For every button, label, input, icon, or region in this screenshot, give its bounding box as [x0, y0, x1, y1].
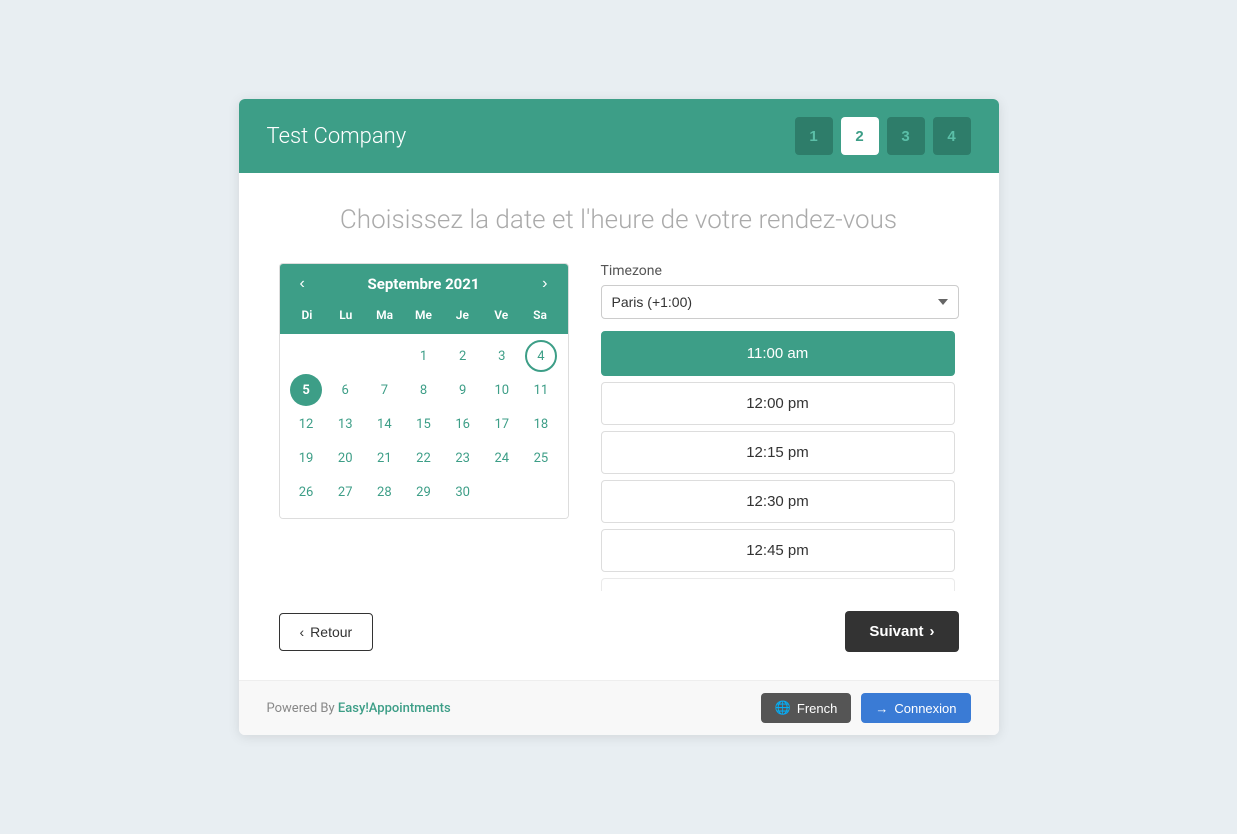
cal-day-20[interactable]: 20	[329, 442, 361, 474]
cal-day-27[interactable]: 27	[329, 476, 361, 508]
cal-day-16[interactable]: 16	[447, 408, 479, 440]
cal-day-12[interactable]: 12	[290, 408, 322, 440]
calendar: ‹ Septembre 2021 › Di Lu Ma Me Je Ve Sa	[279, 263, 569, 519]
step-2-button[interactable]: 2	[841, 117, 879, 155]
chevron-left-icon: ‹	[300, 624, 305, 640]
step-indicators: 1 2 3 4	[795, 117, 971, 155]
globe-icon: 🌐	[775, 700, 791, 716]
cal-day-11[interactable]: 11	[525, 374, 557, 406]
day-header-di: Di	[288, 304, 327, 326]
timeslot-1200pm[interactable]: 12:00 pm	[601, 382, 955, 425]
cal-day-22[interactable]: 22	[407, 442, 439, 474]
back-label: Retour	[310, 624, 352, 640]
prev-month-button[interactable]: ‹	[294, 274, 311, 294]
timeslots-wrapper[interactable]: 11:00 am 12:00 pm 12:15 pm 12:30 pm 12:4…	[601, 331, 959, 591]
page-title: Choisissez la date et l'heure de votre r…	[279, 205, 959, 235]
chevron-right-icon: ›	[930, 623, 935, 640]
cal-day-7[interactable]: 7	[368, 374, 400, 406]
day-header-sa: Sa	[521, 304, 560, 326]
timeslot-1100am[interactable]: 11:00 am	[601, 331, 955, 376]
cal-day-17[interactable]: 17	[486, 408, 518, 440]
body: Choisissez la date et l'heure de votre r…	[239, 173, 999, 680]
cal-day-6[interactable]: 6	[329, 374, 361, 406]
next-button[interactable]: Suivant ›	[845, 611, 958, 652]
cal-day-30[interactable]: 30	[447, 476, 479, 508]
content-area: ‹ Septembre 2021 › Di Lu Ma Me Je Ve Sa	[279, 263, 959, 591]
cal-day-empty	[368, 340, 400, 372]
cal-day-29[interactable]: 29	[407, 476, 439, 508]
cal-day-empty	[329, 340, 361, 372]
step-3-button[interactable]: 3	[887, 117, 925, 155]
footer-nav: ‹ Retour Suivant ›	[279, 591, 959, 660]
cal-day-28[interactable]: 28	[368, 476, 400, 508]
cal-day-2[interactable]: 2	[447, 340, 479, 372]
cal-day-15[interactable]: 15	[407, 408, 439, 440]
timezone-label: Timezone	[601, 263, 959, 279]
cal-day-23[interactable]: 23	[447, 442, 479, 474]
cal-day-3[interactable]: 3	[486, 340, 518, 372]
cal-day-14[interactable]: 14	[368, 408, 400, 440]
cal-day-24[interactable]: 24	[486, 442, 518, 474]
login-icon: →	[875, 701, 888, 716]
timeslot-1215pm[interactable]: 12:15 pm	[601, 431, 955, 474]
timeslot-area: Timezone Paris (+1:00) London (+0:00) Be…	[601, 263, 959, 591]
company-title: Test Company	[267, 124, 407, 149]
step-1-button[interactable]: 1	[795, 117, 833, 155]
cal-day-13[interactable]: 13	[329, 408, 361, 440]
lang-label: French	[797, 701, 837, 716]
timezone-select[interactable]: Paris (+1:00) London (+0:00) Berlin (+2:…	[601, 285, 959, 319]
bottom-actions: 🌐 French → Connexion	[761, 693, 971, 723]
cal-day-8[interactable]: 8	[407, 374, 439, 406]
timeslot-100pm[interactable]: 1:00 pm	[601, 578, 955, 591]
next-month-button[interactable]: ›	[536, 274, 553, 294]
cal-day-1[interactable]: 1	[407, 340, 439, 372]
login-button[interactable]: → Connexion	[861, 693, 970, 723]
timeslot-1245pm[interactable]: 12:45 pm	[601, 529, 955, 572]
cal-day-18[interactable]: 18	[525, 408, 557, 440]
cal-day-26[interactable]: 26	[290, 476, 322, 508]
day-header-ve: Ve	[482, 304, 521, 326]
cal-day-empty	[290, 340, 322, 372]
calendar-header: ‹ Septembre 2021 ›	[280, 264, 568, 304]
powered-by: Powered By Easy!Appointments	[267, 701, 451, 716]
back-button[interactable]: ‹ Retour	[279, 613, 374, 651]
calendar-month-title: Septembre 2021	[368, 275, 480, 293]
day-header-lu: Lu	[326, 304, 365, 326]
calendar-days-header: Di Lu Ma Me Je Ve Sa	[280, 304, 568, 334]
cal-day-25[interactable]: 25	[525, 442, 557, 474]
cal-day-5-today[interactable]: 5	[290, 374, 322, 406]
brand-link[interactable]: Easy!Appointments	[338, 701, 451, 716]
main-container: Test Company 1 2 3 4 Choisissez la date …	[239, 99, 999, 735]
step-4-button[interactable]: 4	[933, 117, 971, 155]
calendar-grid: 1 2 3 4 5 6 7 8 9 10 11 12 13 14 15	[280, 334, 568, 518]
day-header-me: Me	[404, 304, 443, 326]
bottom-bar: Powered By Easy!Appointments 🌐 French → …	[239, 680, 999, 735]
day-header-je: Je	[443, 304, 482, 326]
header: Test Company 1 2 3 4	[239, 99, 999, 173]
cal-day-10[interactable]: 10	[486, 374, 518, 406]
cal-day-9[interactable]: 9	[447, 374, 479, 406]
cal-day-21[interactable]: 21	[368, 442, 400, 474]
cal-day-empty	[525, 476, 557, 508]
cal-day-empty	[486, 476, 518, 508]
language-button[interactable]: 🌐 French	[761, 693, 852, 723]
login-label: Connexion	[894, 701, 956, 716]
timeslot-1230pm[interactable]: 12:30 pm	[601, 480, 955, 523]
cal-day-4[interactable]: 4	[525, 340, 557, 372]
day-header-ma: Ma	[365, 304, 404, 326]
next-label: Suivant	[869, 623, 923, 640]
cal-day-19[interactable]: 19	[290, 442, 322, 474]
